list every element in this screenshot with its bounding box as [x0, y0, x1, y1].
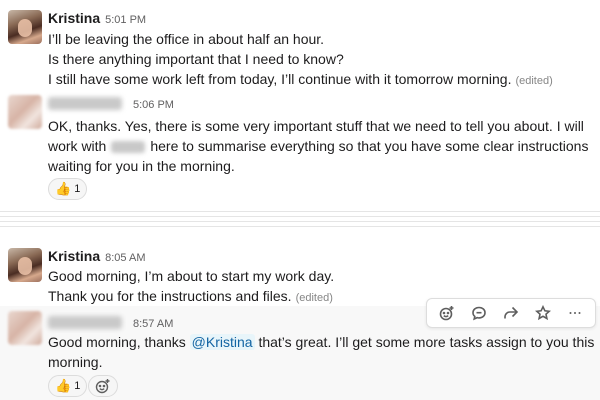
author-name-redacted[interactable] — [48, 316, 122, 329]
message-colleague-1: 5:06 PM OK, thanks. Yes, there is some v… — [0, 92, 600, 204]
timestamp[interactable]: 5:01 PM — [105, 14, 146, 26]
reaction-count: 1 — [74, 380, 81, 392]
message-header: Kristina 8:05 AM — [48, 248, 145, 266]
message-header: 5:06 PM — [48, 95, 174, 113]
message-text: morning. — [48, 354, 103, 370]
mention-link[interactable]: @Kristina — [189, 334, 255, 350]
thumbs-up-icon: 👍 — [55, 181, 72, 196]
share-icon — [504, 306, 519, 319]
add-reaction-icon — [439, 306, 454, 321]
timestamp[interactable]: 8:05 AM — [105, 252, 145, 264]
reaction-count: 1 — [74, 183, 81, 195]
message-text: work with here to summarise everything so… — [48, 136, 588, 156]
save-star-icon — [535, 305, 551, 321]
thumbs-up-icon: 👍 — [55, 378, 72, 393]
redacted-name — [111, 141, 146, 154]
message-text-content: that’s great. I’ll get some more tasks a… — [258, 334, 595, 350]
reaction-thumbs-up[interactable]: 👍 1 — [48, 178, 88, 200]
add-reaction-icon — [95, 379, 110, 394]
message-kristina-1: Kristina 5:01 PM I’ll be leaving the off… — [0, 0, 600, 92]
divider — [0, 216, 600, 217]
message-text-content: I still have some work left from today, … — [48, 71, 512, 87]
message-header: Kristina 5:01 PM — [48, 10, 146, 28]
avatar[interactable] — [8, 311, 42, 345]
avatar[interactable] — [8, 95, 42, 129]
reply-in-thread-button[interactable] — [466, 301, 492, 325]
edited-label: (edited) — [295, 292, 333, 304]
message-kristina-2: Kristina 8:05 AM Good morning, I’m about… — [0, 240, 600, 306]
author-name[interactable]: Kristina — [48, 248, 100, 264]
share-message-button[interactable] — [498, 301, 524, 325]
save-message-button[interactable] — [530, 301, 556, 325]
message-text: Good morning, I’m about to start my work… — [48, 268, 335, 284]
reply-in-thread-icon — [472, 306, 486, 321]
add-reaction-button[interactable] — [88, 375, 118, 397]
message-text-content: here to summarise everything so that you… — [150, 138, 589, 154]
message-text-content: Thank you for the instructions and files… — [48, 288, 292, 304]
author-name[interactable]: Kristina — [48, 10, 100, 26]
message-text-content: work with — [48, 138, 107, 154]
add-reaction-action-button[interactable] — [434, 301, 460, 325]
divider — [0, 221, 600, 222]
author-name-redacted[interactable] — [48, 97, 122, 110]
message-text: I’ll be leaving the office in about half… — [48, 31, 325, 47]
avatar[interactable] — [8, 248, 42, 282]
more-actions-button[interactable] — [562, 301, 588, 325]
reaction-thumbs-up[interactable]: 👍 1 — [48, 375, 88, 397]
message-text: Good morning, thanks @Kristina that’s gr… — [48, 332, 594, 352]
timestamp[interactable]: 8:57 AM — [133, 318, 173, 330]
message-text: waiting for you in the morning. — [48, 158, 235, 174]
message-actions-toolbar — [426, 298, 596, 328]
message-header: 8:57 AM — [48, 314, 173, 332]
more-actions-icon — [569, 312, 581, 314]
message-text: OK, thanks. Yes, there is some very impo… — [48, 118, 584, 134]
timestamp[interactable]: 5:06 PM — [133, 99, 174, 111]
avatar[interactable] — [8, 10, 42, 44]
message-text-content: Good morning, thanks — [48, 334, 186, 350]
divider — [0, 211, 600, 212]
divider — [0, 226, 600, 227]
message-text: Thank you for the instructions and files… — [48, 286, 333, 308]
edited-label: (edited) — [515, 75, 553, 87]
message-text: Is there anything important that I need … — [48, 51, 344, 67]
message-text: I still have some work left from today, … — [48, 69, 553, 91]
